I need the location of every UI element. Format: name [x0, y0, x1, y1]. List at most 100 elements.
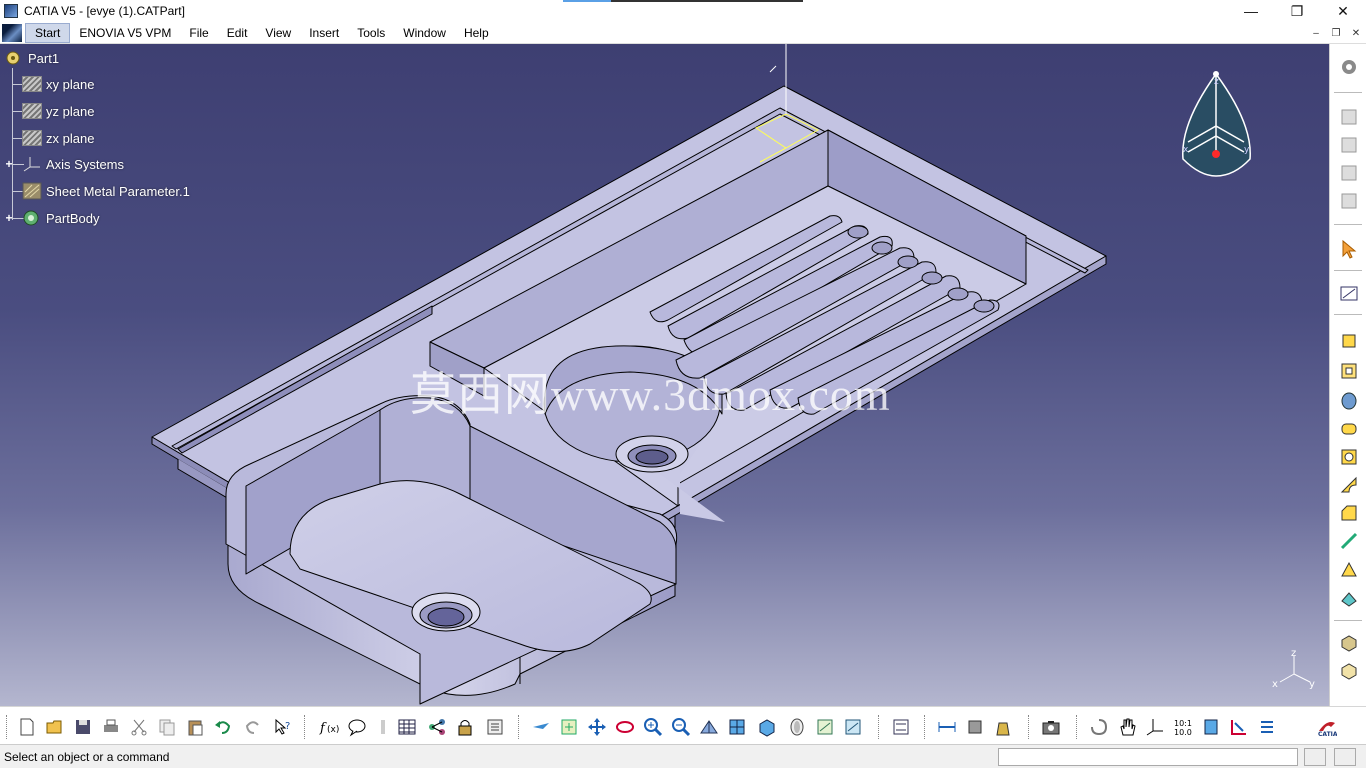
menu-enovia[interactable]: ENOVIA V5 VPM [70, 23, 180, 43]
rotate-icon[interactable] [614, 716, 636, 738]
formula-icon[interactable]: f (x) [318, 716, 340, 738]
refresh-icon[interactable] [1088, 716, 1110, 738]
minimize-button[interactable]: — [1228, 0, 1274, 22]
axis-icon[interactable] [1144, 716, 1166, 738]
expand-partbody-icon[interactable]: + [4, 212, 14, 224]
menu-view[interactable]: View [256, 23, 300, 43]
compass-icon[interactable] [1200, 716, 1222, 738]
boolean-icon[interactable] [1338, 632, 1360, 654]
table-icon[interactable] [396, 716, 418, 738]
menu-window[interactable]: Window [394, 23, 455, 43]
menu-insert[interactable]: Insert [300, 23, 348, 43]
redo-icon[interactable] [242, 716, 264, 738]
maximize-button[interactable]: ❐ [1274, 0, 1320, 22]
expand-axis-systems-icon[interactable]: + [4, 158, 14, 170]
tree-node-xy-plane[interactable]: xy plane [22, 74, 94, 94]
swap-space-icon[interactable] [814, 716, 836, 738]
3d-viewport[interactable]: z x y z x y 莫西网www.3dmox.com Part1 xy pl… [0, 44, 1329, 706]
fillet-icon[interactable] [1338, 474, 1360, 496]
tool-icon-1[interactable] [1338, 106, 1360, 128]
scale-icon[interactable]: 10:1 10.0 [1172, 716, 1194, 738]
catalog-icon[interactable] [484, 716, 506, 738]
tool-icon-3[interactable] [1338, 162, 1360, 184]
pan-icon[interactable] [586, 716, 608, 738]
zoom-out-icon[interactable] [670, 716, 692, 738]
manipulate-gear-icon[interactable] [1338, 56, 1360, 78]
compass-y-label: y [1244, 145, 1250, 155]
fit-all-icon[interactable] [558, 716, 580, 738]
menu-tools[interactable]: Tools [348, 23, 394, 43]
list-icon[interactable] [1256, 716, 1278, 738]
triad-z-label: z [1291, 648, 1296, 659]
menu-help[interactable]: Help [455, 23, 498, 43]
open-icon[interactable] [44, 716, 66, 738]
weight-icon[interactable] [992, 716, 1014, 738]
document-controls: – ❐ ✕ [1306, 22, 1366, 44]
select-arrow-icon[interactable] [1338, 238, 1360, 260]
doc-close-button[interactable]: ✕ [1346, 22, 1366, 44]
partbody-gear-icon [22, 209, 42, 227]
menu-file[interactable]: File [180, 23, 217, 43]
normal-view-icon[interactable] [698, 716, 720, 738]
whats-this-icon[interactable]: ? [272, 716, 294, 738]
tool-icon-4[interactable] [1338, 190, 1360, 212]
doc-restore-button[interactable]: ❐ [1326, 22, 1346, 44]
copy-icon[interactable] [156, 716, 178, 738]
hand-icon[interactable] [1116, 716, 1138, 738]
cut-icon[interactable] [128, 716, 150, 738]
measure-item-icon[interactable] [936, 716, 958, 738]
sketch-icon[interactable] [1338, 282, 1360, 304]
shell-icon[interactable] [1338, 558, 1360, 580]
measure-icon[interactable] [1338, 660, 1360, 682]
constraint-icon[interactable] [1228, 716, 1250, 738]
hole-icon[interactable] [1338, 446, 1360, 468]
axis-system-icon [22, 155, 42, 173]
title-accent [563, 0, 803, 2]
print-icon[interactable] [100, 716, 122, 738]
tree-node-zx-plane[interactable]: zx plane [22, 128, 94, 148]
fly-mode-icon[interactable] [530, 716, 552, 738]
shaft-icon[interactable] [1338, 390, 1360, 412]
knowledge-icon[interactable] [372, 716, 394, 738]
rib-icon[interactable] [1338, 418, 1360, 440]
power-input-field[interactable] [998, 748, 1298, 766]
status-button-2[interactable] [1334, 748, 1356, 766]
new-icon[interactable] [16, 716, 38, 738]
paste-icon[interactable] [184, 716, 206, 738]
chamfer-icon[interactable] [1338, 502, 1360, 524]
measure-between-icon[interactable] [890, 716, 912, 738]
render-style-icon[interactable] [756, 716, 778, 738]
close-button[interactable]: ✕ [1320, 0, 1366, 22]
capture-icon[interactable] [1040, 716, 1062, 738]
undo-icon[interactable] [212, 716, 234, 738]
draft-icon[interactable] [1338, 530, 1360, 552]
hide-show-icon[interactable] [786, 716, 808, 738]
save-icon[interactable] [72, 716, 94, 738]
triad-x-label: x [1272, 679, 1278, 690]
catia-logo-icon[interactable] [2, 23, 22, 42]
tree-node-partbody[interactable]: PartBody [22, 208, 99, 228]
measure-inertia-icon[interactable] [964, 716, 986, 738]
pocket-icon[interactable] [1338, 360, 1360, 382]
sheet-icon[interactable] [842, 716, 864, 738]
status-message: Select an object or a command [4, 750, 170, 764]
tree-node-yz-plane[interactable]: yz plane [22, 101, 94, 121]
menu-edit[interactable]: Edit [218, 23, 257, 43]
doc-minimize-button[interactable]: – [1306, 22, 1326, 44]
status-button-1[interactable] [1304, 748, 1326, 766]
thickness-icon[interactable] [1338, 588, 1360, 610]
lock-icon[interactable] [454, 716, 476, 738]
svg-text:10:1: 10:1 [1174, 719, 1192, 728]
comment-icon[interactable] [346, 716, 368, 738]
menu-start[interactable]: Start [25, 22, 71, 43]
views-icon[interactable] [726, 716, 748, 738]
tree-node-axis-systems[interactable]: Axis Systems [22, 154, 124, 174]
tree-icon[interactable] [426, 716, 448, 738]
pad-icon[interactable] [1338, 330, 1360, 352]
tool-icon-2[interactable] [1338, 134, 1360, 156]
tree-label-zx-plane: zx plane [46, 130, 95, 146]
tree-node-sheet-metal-parameter[interactable]: Sheet Metal Parameter.1 [22, 181, 190, 201]
catia-app-icon [4, 4, 18, 18]
zoom-in-icon[interactable] [642, 716, 664, 738]
tree-node-part1[interactable]: Part1 [4, 48, 59, 68]
